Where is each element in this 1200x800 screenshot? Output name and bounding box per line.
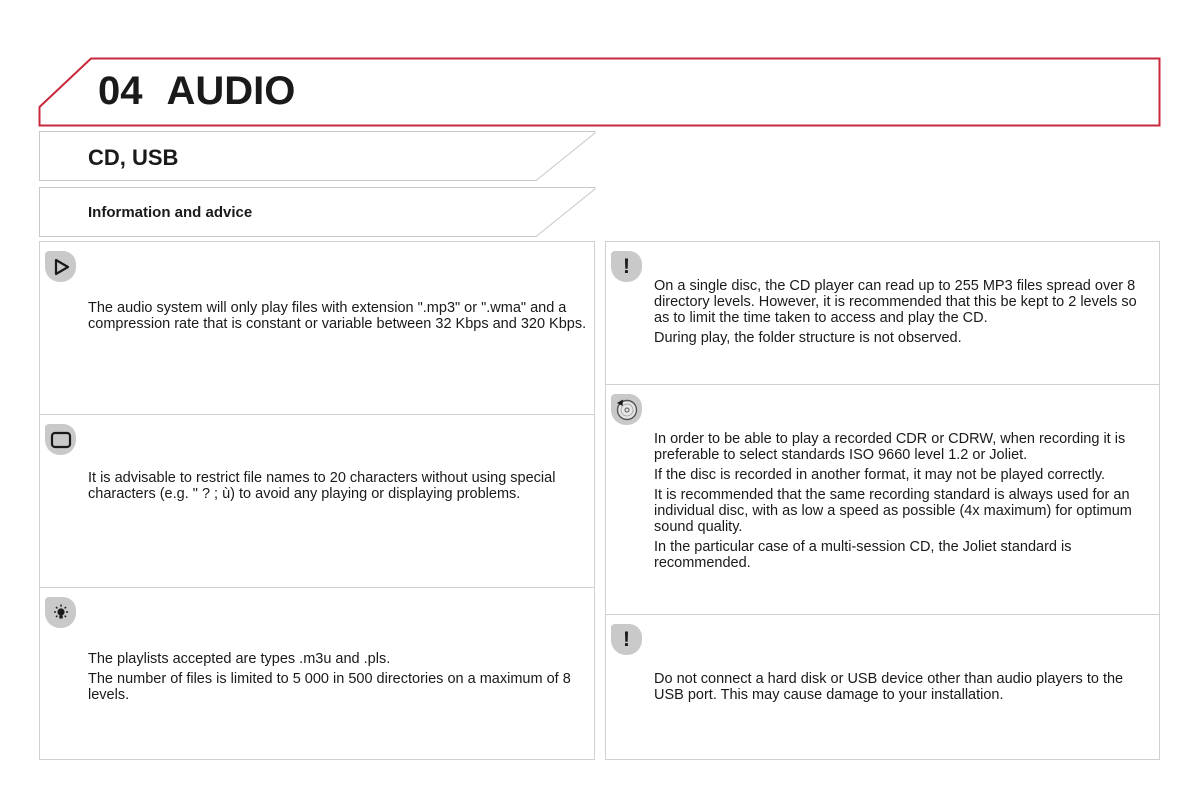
warning-panel-usb-devices: ! Do not connect a hard disk or USB devi… (606, 615, 1159, 761)
paragraph: The audio system will only play files wi… (88, 300, 587, 332)
info-text: The audio system will only play files wi… (88, 300, 588, 336)
rounded-square-icon (45, 424, 76, 455)
chapter-title: 04 AUDIO (98, 69, 295, 114)
exclamation-icon: ! (611, 251, 642, 282)
info-text: The playlists accepted are types .m3u an… (88, 651, 588, 707)
info-text: It is advisable to restrict file names t… (88, 470, 588, 506)
section-title: CD, USB (88, 145, 179, 170)
paragraph: It is advisable to restrict file names t… (88, 470, 556, 502)
right-info-column: ! On a single disc, the CD player can re… (605, 241, 1160, 760)
subsection-banner: Information and advice (39, 187, 596, 237)
chapter-header: 04 AUDIO (38, 57, 1161, 127)
disc-recording-icon (611, 394, 642, 425)
paragraph: Do not connect a hard disk or USB device… (654, 671, 1124, 703)
warning-panel-mp3-limits: ! On a single disc, the CD player can re… (606, 242, 1159, 385)
info-text: Do not connect a hard disk or USB device… (654, 671, 1153, 707)
paragraph: The playlists accepted are types .m3u an… (88, 651, 391, 667)
play-triangle-icon (45, 251, 76, 282)
info-panel-file-formats: The audio system will only play files wi… (40, 242, 594, 415)
paragraph: If the disc is recorded in another forma… (654, 467, 1106, 483)
paragraph: On a single disc, the CD player can read… (654, 278, 1137, 326)
paragraph: The number of files is limited to 5 000 … (88, 671, 571, 703)
lightbulb-icon (45, 597, 76, 628)
info-panel-recording-standards: In order to be able to play a recorded C… (606, 385, 1159, 615)
chapter-name: AUDIO (166, 69, 296, 113)
section-banner: CD, USB (39, 131, 596, 181)
paragraph: In the particular case of a multi-sessio… (654, 539, 1072, 571)
exclamation-icon: ! (611, 624, 642, 655)
left-info-column: The audio system will only play files wi… (39, 241, 595, 760)
info-panel-playlists: The playlists accepted are types .m3u an… (40, 588, 594, 761)
paragraph: It is recommended that the same recordin… (654, 487, 1132, 535)
info-text: In order to be able to play a recorded C… (654, 431, 1153, 575)
info-panel-file-names: It is advisable to restrict file names t… (40, 415, 594, 588)
info-text: On a single disc, the CD player can read… (654, 278, 1153, 350)
subsection-title: Information and advice (88, 204, 253, 221)
paragraph: In order to be able to play a recorded C… (654, 431, 1126, 463)
chapter-number: 04 (98, 69, 143, 113)
paragraph: During play, the folder structure is not… (654, 330, 962, 346)
